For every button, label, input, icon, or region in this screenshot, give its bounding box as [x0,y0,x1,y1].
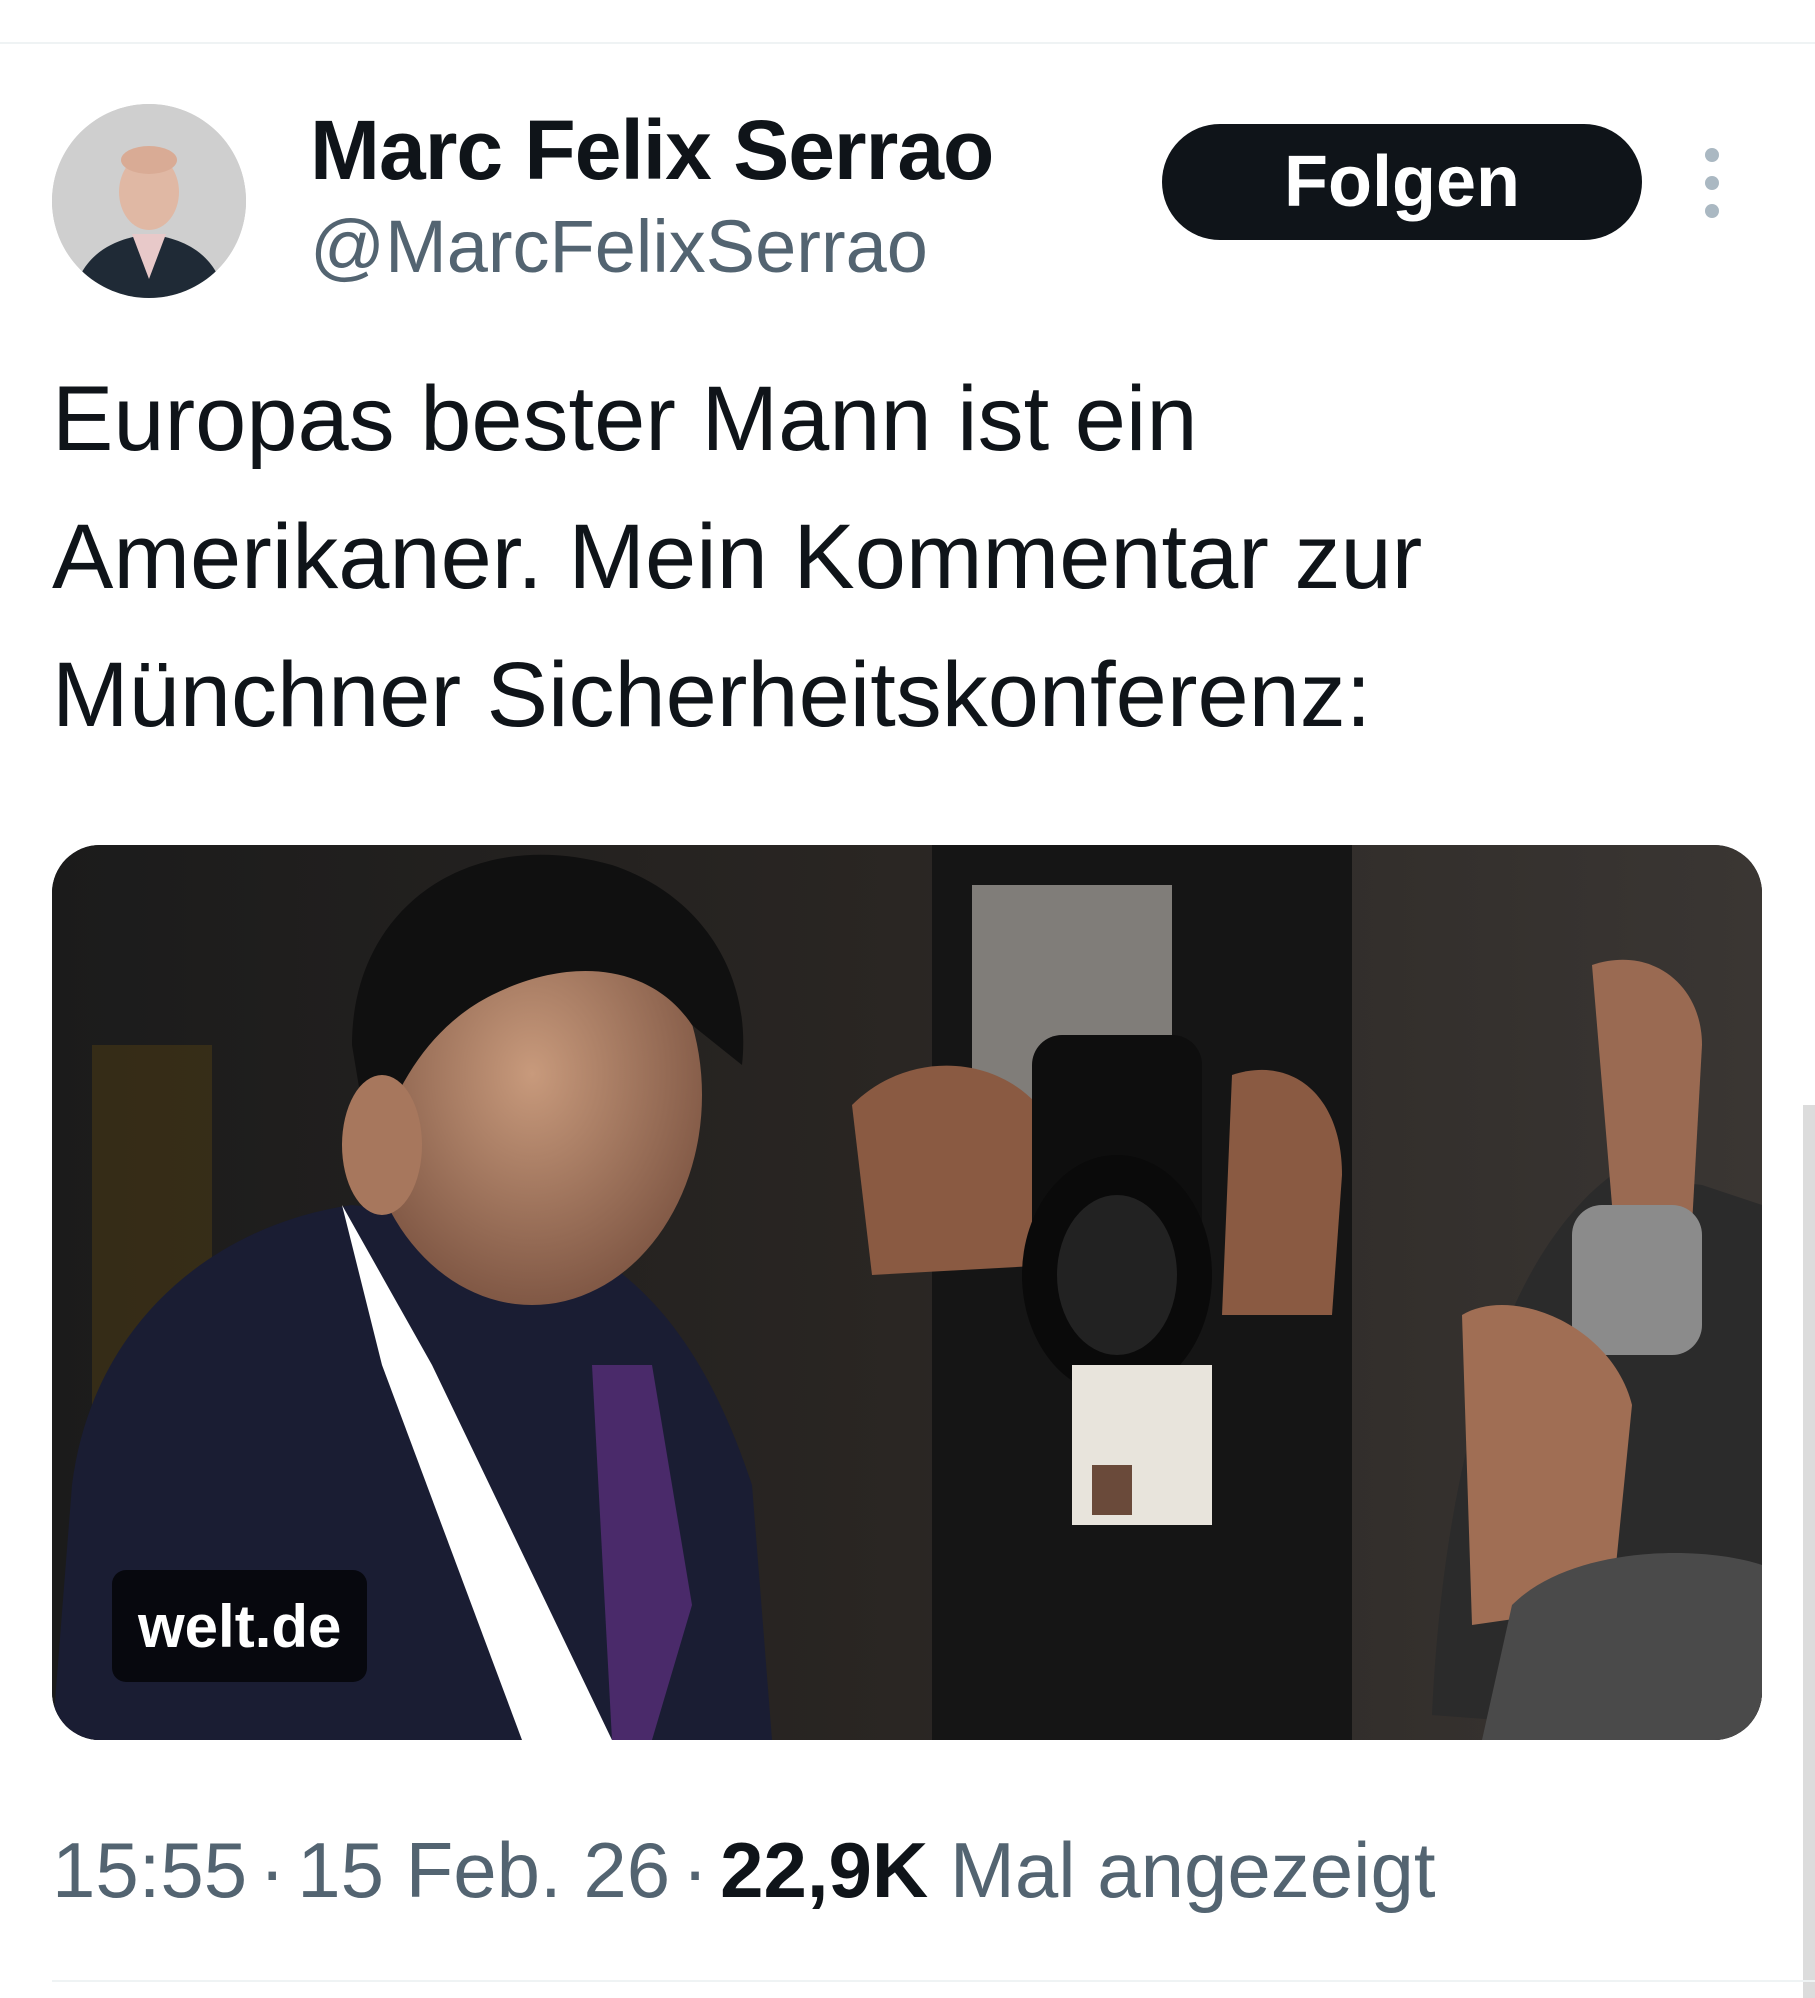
tweet-text-line: Europas bester Mann ist ein [52,368,1198,470]
more-vertical-icon[interactable] [1700,148,1724,218]
views-label: Mal angezeigt [949,1826,1436,1914]
tweet-header: Marc Felix Serrao @MarcFelixSerrao Folge… [52,100,1772,300]
author-handle[interactable]: @MarcFelixSerrao [310,202,993,292]
tweet-date[interactable]: 15 Feb. 26 [297,1826,670,1914]
views-count: 22,9K [720,1826,929,1914]
meta-separator: · [682,1826,709,1914]
top-divider [0,42,1815,44]
more-dot [1705,204,1719,218]
meta-separator: · [259,1826,286,1914]
more-dot [1705,176,1719,190]
tweet-text-line: Amerikaner. Mein Kommentar zur [52,506,1423,608]
tweet-text: Europas bester Mann ist ein Amerikaner. … [52,350,1752,764]
link-domain-badge[interactable]: welt.de [112,1570,368,1682]
avatar-image [52,104,246,298]
avatar[interactable] [52,104,246,298]
follow-button[interactable]: Folgen [1162,124,1642,240]
tweet-text-line: Münchner Sicherheitskonferenz: [52,644,1372,746]
author-names: Marc Felix Serrao @MarcFelixSerrao [310,100,994,292]
scrollbar[interactable] [1803,1105,1815,1998]
tweet-meta: 15:55 · 15 Feb. 26 · 22,9K Mal angezeigt [52,1820,1436,1920]
tweet-time[interactable]: 15:55 [52,1826,247,1914]
author-display-name[interactable]: Marc Felix Serrao [310,100,994,200]
more-dot [1705,148,1719,162]
bottom-divider [52,1980,1815,1982]
